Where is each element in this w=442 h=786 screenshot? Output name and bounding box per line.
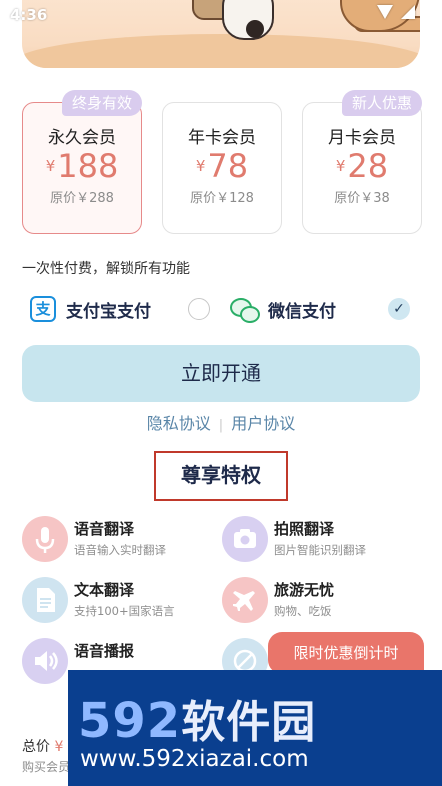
- watermark-url: www.592xiazai.com: [80, 746, 309, 772]
- status-time: 4:36: [10, 6, 48, 24]
- agreement-links: 隐私协议 | 用户协议: [0, 410, 442, 434]
- signal-icon: [401, 5, 415, 19]
- plan-card-lifetime[interactable]: 永久会员 ¥188 原价￥288: [22, 102, 142, 234]
- privileges-title: 尊享特权: [154, 451, 288, 501]
- document-icon: [22, 577, 68, 623]
- plan-price: ¥188: [45, 147, 119, 185]
- plan-price: ¥78: [195, 147, 249, 185]
- feature-item: 语音翻译 语音输入实时翻译: [22, 516, 222, 562]
- status-icons: [342, 5, 432, 23]
- feature-item: 旅游无忧 购物、吃饭: [222, 577, 422, 623]
- plan-price: ¥28: [335, 147, 389, 185]
- plan-card-yearly[interactable]: 年卡会员 ¥78 原价￥128: [162, 102, 282, 234]
- airplane-icon: [222, 577, 268, 623]
- payment-option-alipay[interactable]: 支 支付宝支付: [30, 292, 151, 326]
- plan-description: 一次性付费，解锁所有功能: [22, 261, 190, 277]
- feature-item: 文本翻译 支持100+国家语言: [22, 577, 222, 623]
- wechat-radio[interactable]: ✓: [388, 298, 410, 320]
- countdown-toast[interactable]: 限时优惠倒计时: [268, 632, 424, 674]
- total-price: 总价 ¥: [22, 739, 64, 755]
- wechat-label: 微信支付: [268, 301, 336, 322]
- wifi-icon: [377, 5, 393, 19]
- activate-button[interactable]: 立即开通: [22, 345, 420, 402]
- feature-item: 拍照翻译 图片智能识别翻译: [222, 516, 422, 562]
- plan-card-monthly[interactable]: 月卡会员 ¥28 原价￥38: [302, 102, 422, 234]
- plan-name: 年卡会员: [188, 128, 256, 148]
- plan-name: 月卡会员: [328, 128, 396, 148]
- sand-dune: [22, 34, 420, 68]
- link-separator: |: [218, 418, 224, 433]
- plan-badge-monthly: 新人优惠: [342, 90, 423, 116]
- buy-hint: 购买会员: [22, 760, 71, 774]
- privacy-link[interactable]: 隐私协议: [147, 414, 211, 433]
- plan-original-price: 原价￥38: [334, 191, 390, 206]
- plan-original-price: 原价￥288: [50, 191, 114, 206]
- watermark-logo: 592软件园: [78, 693, 317, 749]
- microphone-icon: [22, 516, 68, 562]
- plan-badge-lifetime: 终身有效: [62, 90, 143, 116]
- battery-icon: [423, 5, 432, 20]
- camera-icon: [222, 516, 268, 562]
- payment-option-wechat[interactable]: 微信支付: [230, 292, 336, 326]
- panda-leg: [246, 20, 264, 38]
- terms-link[interactable]: 用户协议: [231, 414, 295, 433]
- speaker-icon: [22, 638, 68, 684]
- alipay-label: 支付宝支付: [66, 301, 151, 322]
- alipay-radio[interactable]: [188, 298, 210, 320]
- plan-name: 永久会员: [48, 128, 116, 148]
- alipay-icon: 支: [30, 296, 56, 322]
- plan-original-price: 原价￥128: [190, 191, 254, 206]
- wechat-icon: [230, 296, 260, 323]
